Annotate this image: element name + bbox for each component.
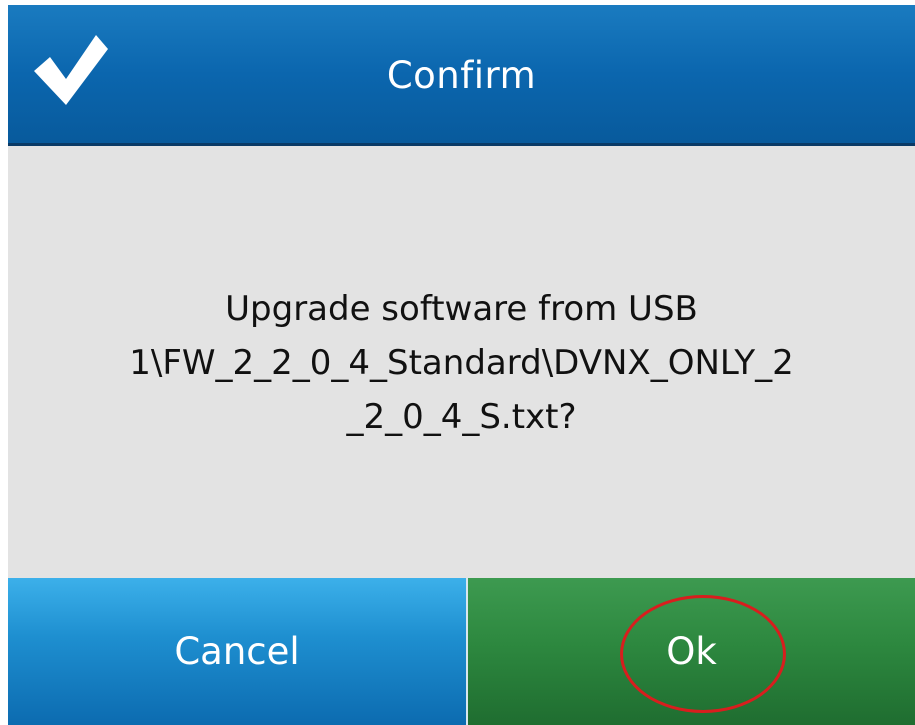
message-line: Upgrade software from USB: [225, 289, 698, 329]
dialog-title: Confirm: [386, 54, 537, 97]
ok-button[interactable]: Ok: [468, 578, 915, 725]
message-line: 1\FW_2_2_0_4_Standard\DVNX_ONLY_2: [129, 343, 794, 383]
confirm-dialog: Confirm Upgrade software from USB 1\FW_2…: [8, 5, 915, 725]
message-line: _2_0_4_S.txt?: [346, 397, 577, 437]
confirm-message: Upgrade software from USB 1\FW_2_2_0_4_S…: [28, 282, 895, 444]
dialog-content: Upgrade software from USB 1\FW_2_2_0_4_S…: [8, 146, 915, 578]
dialog-title-bar: Confirm: [8, 5, 915, 146]
cancel-button[interactable]: Cancel: [8, 578, 466, 725]
